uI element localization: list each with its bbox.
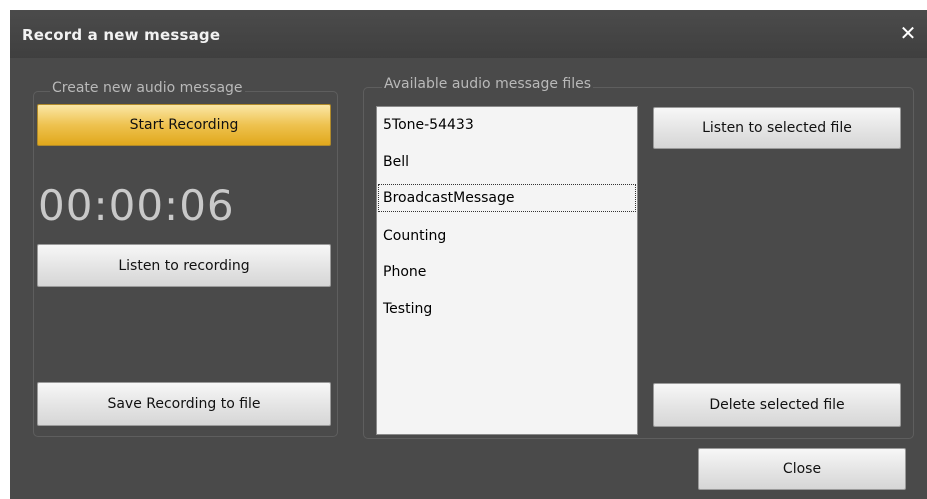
list-item[interactable]: BroadcastMessage	[378, 184, 636, 212]
save-recording-button[interactable]: Save Recording to file	[37, 382, 331, 426]
listen-selected-file-button[interactable]: Listen to selected file	[653, 107, 901, 149]
record-message-dialog: Record a new message ✕ Create new audio …	[10, 10, 927, 499]
title-bar: Record a new message ✕	[10, 10, 927, 58]
list-item[interactable]: Bell	[378, 148, 636, 176]
listen-recording-button[interactable]: Listen to recording	[37, 244, 331, 287]
list-item[interactable]: Phone	[378, 258, 636, 286]
audio-files-list[interactable]: 5Tone-54433 Bell BroadcastMessage Counti…	[376, 106, 638, 435]
list-item[interactable]: 5Tone-54433	[378, 111, 636, 139]
close-button[interactable]: Close	[698, 448, 906, 490]
close-icon[interactable]: ✕	[897, 22, 919, 44]
create-audio-group-label: Create new audio message	[50, 80, 245, 96]
available-files-group-label: Available audio message files	[382, 76, 594, 92]
dialog-title: Record a new message	[22, 26, 221, 44]
list-item[interactable]: Testing	[378, 295, 636, 323]
list-item[interactable]: Counting	[378, 222, 636, 250]
recording-timer: 00:00:06	[38, 181, 235, 230]
start-recording-button[interactable]: Start Recording	[37, 104, 331, 146]
delete-selected-file-button[interactable]: Delete selected file	[653, 383, 901, 427]
